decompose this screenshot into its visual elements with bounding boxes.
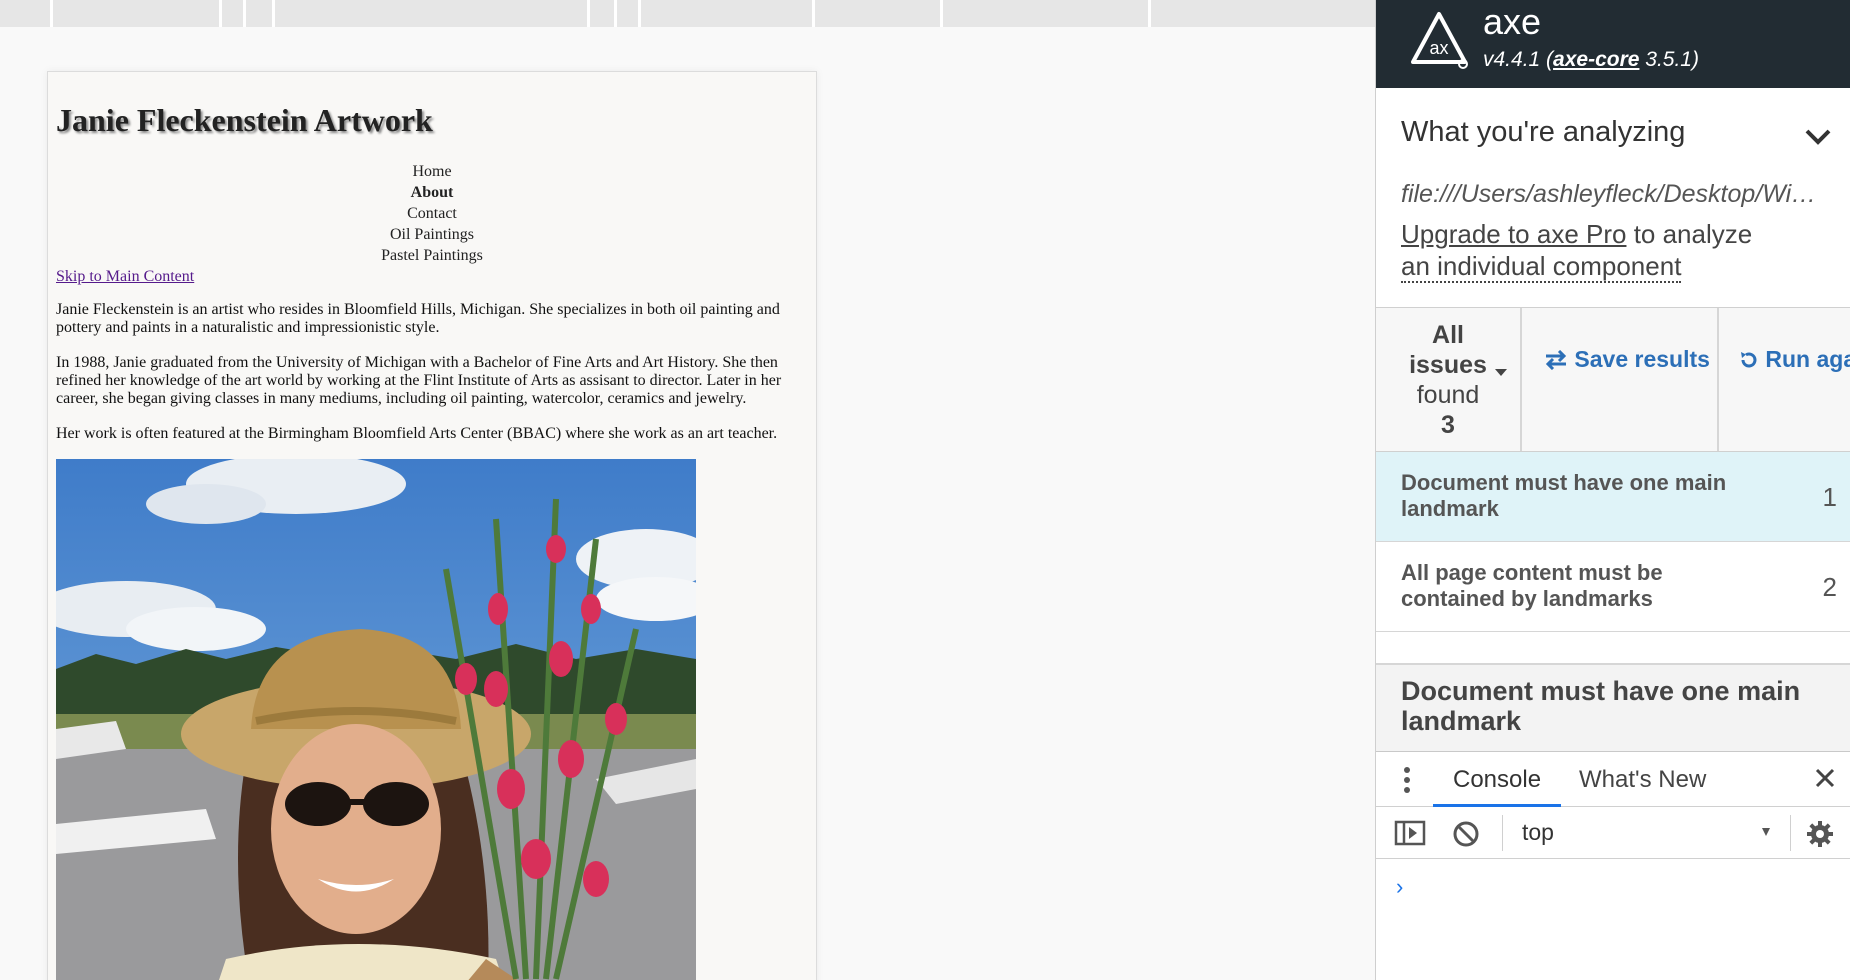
axe-version-number: v4.4.1: [1483, 48, 1541, 71]
upgrade-axe-pro-link[interactable]: Upgrade to axe Pro: [1401, 219, 1626, 249]
browser-page-area: Janie Fleckenstein Artwork Home About Co…: [0, 0, 1375, 980]
strip-divider: [243, 0, 246, 27]
strip-divider: [219, 0, 222, 27]
console-drawer: Console What's New top ›: [1376, 751, 1850, 980]
caret-down-icon[interactable]: [1761, 827, 1771, 837]
nav-about[interactable]: About: [56, 182, 808, 203]
chevron-down-icon[interactable]: [1804, 128, 1832, 151]
axe-toolbar: All issues found 3 Save results Run aga: [1376, 307, 1850, 452]
upgrade-text: to analyze: [1626, 219, 1753, 249]
context-select[interactable]: top: [1522, 819, 1554, 846]
more-vertical-icon[interactable]: [1403, 766, 1411, 794]
strip-divider: [50, 0, 53, 27]
console-toolbar: top: [1376, 807, 1850, 859]
gear-icon[interactable]: [1806, 820, 1834, 848]
axe-core-link[interactable]: axe-core: [1553, 48, 1639, 71]
axe-devtools-panel: ax axe v4.4.1 (axe-core 3.5.1) What you'…: [1375, 0, 1850, 980]
issues-label-all: All: [1432, 321, 1464, 349]
issues-count: 3: [1441, 411, 1455, 439]
svg-text:ax: ax: [1429, 38, 1448, 58]
site-nav: Home About Contact Oil Paintings Pastel …: [56, 161, 808, 266]
nav-home[interactable]: Home: [56, 161, 808, 182]
bio-paragraph: In 1988, Janie graduated from the Univer…: [56, 354, 782, 408]
refresh-icon: [1741, 352, 1757, 368]
axe-logo-icon: ax: [1409, 10, 1469, 75]
strip-divider: [587, 0, 590, 27]
issue-row[interactable]: Document must have one main landmark 1: [1376, 452, 1850, 542]
all-issues-dropdown[interactable]: All issues found 3: [1376, 308, 1522, 451]
issue-label: All page content must be contained by la…: [1401, 560, 1663, 611]
issue-label: Document must have one main landmark: [1401, 470, 1727, 521]
bio-paragraph: Janie Fleckenstein is an artist who resi…: [56, 301, 780, 337]
caret-down-icon: [1495, 369, 1507, 376]
axe-core-version: 3.5.1: [1645, 48, 1692, 71]
clear-console-icon[interactable]: [1452, 820, 1480, 848]
site-card: Janie Fleckenstein Artwork Home About Co…: [47, 71, 817, 980]
toolbar-separator: [1790, 815, 1791, 851]
nav-pastel-paintings[interactable]: Pastel Paintings: [56, 245, 808, 266]
axe-version: v4.4.1 (axe-core 3.5.1): [1483, 48, 1699, 71]
save-results-button[interactable]: Save results: [1522, 308, 1719, 451]
sidebar-toggle-icon[interactable]: [1394, 820, 1426, 846]
analyzing-url: file:///Users/ashleyfleck/Desktop/Wi…: [1401, 180, 1817, 208]
swap-arrows-icon: [1545, 349, 1567, 371]
bio: Janie Fleckenstein is an artist who resi…: [56, 301, 808, 443]
site-title: Janie Fleckenstein Artwork: [56, 102, 433, 138]
toolbar-separator: [1502, 815, 1503, 851]
issue-count: 1: [1822, 482, 1837, 512]
skip-to-main-link[interactable]: Skip to Main Content: [56, 266, 194, 287]
close-icon[interactable]: [1813, 766, 1837, 790]
issue-row[interactable]: All page content must be contained by la…: [1376, 542, 1850, 632]
strip-divider: [272, 0, 275, 27]
nav-oil-paintings[interactable]: Oil Paintings: [56, 224, 808, 245]
run-again-button[interactable]: Run aga: [1719, 308, 1850, 451]
strip-divider: [614, 0, 617, 27]
issue-count: 2: [1822, 572, 1837, 602]
console-prompt[interactable]: ›: [1396, 874, 1403, 900]
artist-photo: [56, 459, 696, 980]
drawer-tabbar: Console What's New: [1376, 752, 1850, 807]
strip-divider: [638, 0, 641, 27]
axe-header: ax axe v4.4.1 (axe-core 3.5.1): [1376, 0, 1850, 88]
axe-title: axe: [1483, 1, 1542, 42]
analyzing-title[interactable]: What you're analyzing: [1401, 116, 1685, 149]
bio-paragraph: Her work is often featured at the Birmin…: [56, 425, 778, 443]
top-strip: [0, 0, 1375, 27]
strip-divider: [812, 0, 815, 27]
issues-label-found: found: [1416, 381, 1480, 409]
tab-whats-new[interactable]: What's New: [1579, 766, 1706, 794]
nav-contact[interactable]: Contact: [56, 203, 808, 224]
strip-divider: [940, 0, 943, 27]
tab-console[interactable]: Console: [1453, 766, 1541, 794]
save-results-label: Save results: [1574, 346, 1710, 372]
individual-component-term[interactable]: an individual component: [1401, 251, 1682, 283]
issue-detail-title: Document must have one main landmark: [1401, 676, 1801, 736]
upgrade-note: Upgrade to axe Pro to analyze an individ…: [1401, 218, 1753, 283]
run-again-label: Run aga: [1765, 346, 1850, 372]
strip-divider: [1148, 0, 1151, 27]
